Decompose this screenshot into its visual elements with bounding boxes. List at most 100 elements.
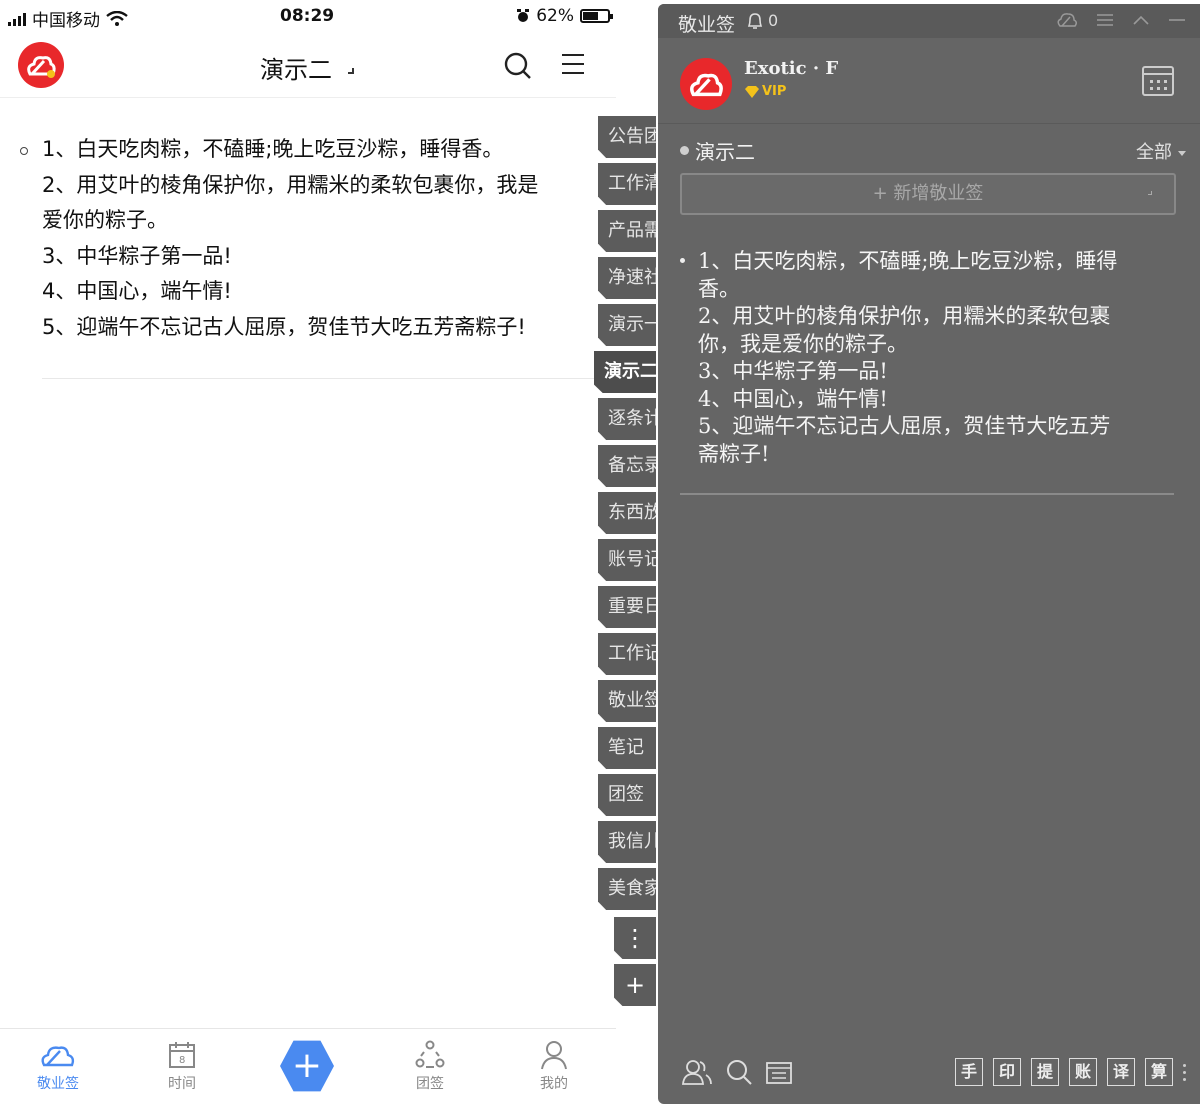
resize-corner-icon xyxy=(1148,191,1152,195)
note-line: 斋粽子! xyxy=(698,441,770,466)
user-name[interactable]: Exotic · F xyxy=(744,58,838,79)
note-line: 5、迎端午不忘记古人屈原，贺佳节大吃五芳斋粽子! xyxy=(42,314,526,339)
side-tab[interactable]: 公告团 xyxy=(598,116,656,158)
add-note-button[interactable]: + xyxy=(280,1040,334,1092)
tab-mine[interactable]: 我的 xyxy=(514,1037,594,1093)
search-icon[interactable] xyxy=(726,1059,752,1085)
note-line: 3、中华粽子第一品! xyxy=(42,243,232,268)
widget-note-content[interactable]: 1、白天吃肉粽，不磕睡;晚上吃豆沙粽，睡得 香。 2、用艾叶的棱角保护你，用糯米的柔… xyxy=(680,248,1170,468)
collapse-icon[interactable] xyxy=(1132,14,1150,26)
wifi-icon xyxy=(106,10,128,26)
contacts-icon[interactable] xyxy=(682,1058,712,1086)
widget-footer: 手 印 提 账 译 算 xyxy=(658,1052,1200,1092)
note-line: 1、白天吃肉粽，不磕睡;晚上吃豆沙粽，睡得 xyxy=(698,249,1118,273)
current-category[interactable]: 演示二 xyxy=(680,136,755,165)
status-bar: 中国移动 08:29 62% xyxy=(0,0,616,34)
calendar-icon: 8 xyxy=(169,1042,195,1068)
note-content[interactable]: 1、白天吃肉粽，不磕睡;晚上吃豆沙粽，睡得香。 2、用艾叶的棱角保护你，用糯米的柔… xyxy=(20,132,590,345)
divider xyxy=(42,378,602,379)
menu-icon[interactable] xyxy=(562,54,584,81)
note-line: 2、用艾叶的棱角保护你，用糯米的柔软包裹 xyxy=(698,304,1111,328)
side-tab[interactable]: 笔记 xyxy=(598,727,656,769)
tab-label: 我的 xyxy=(540,1076,568,1092)
note-line: 3、中华粽子第一品! xyxy=(698,359,888,383)
side-tab[interactable]: 重要日 xyxy=(598,586,656,628)
tool-button-print[interactable]: 印 xyxy=(993,1058,1021,1086)
category-label: 演示二 xyxy=(695,140,755,164)
filter-dropdown[interactable]: 全部 xyxy=(1136,138,1186,164)
side-tab[interactable]: 我信儿 xyxy=(598,821,656,863)
tab-time[interactable]: 8 时间 xyxy=(142,1037,222,1093)
tab-label: 时间 xyxy=(168,1076,196,1092)
widget-titlebar[interactable]: 敬业签 0 xyxy=(658,4,1200,38)
search-icon[interactable] xyxy=(504,52,532,80)
phone-app: 中国移动 08:29 62% 演示二 1、白天吃肉粽，不磕睡;晚上吃豆沙粽，睡得… xyxy=(0,0,616,1104)
side-tab[interactable]: 敬业签 xyxy=(598,680,656,722)
side-tab[interactable]: 东西放 xyxy=(598,492,656,534)
side-tab[interactable]: 美食家 xyxy=(598,868,656,910)
note-line: 香。 xyxy=(698,276,740,301)
side-tab[interactable]: 工作记 xyxy=(598,633,656,675)
note-line: 4、中国心，端午情! xyxy=(698,386,888,411)
tool-button-account[interactable]: 账 xyxy=(1069,1058,1097,1086)
side-tab[interactable]: 净速社 xyxy=(598,257,656,299)
bottom-tab-bar: 敬业签 8 时间 + 团签 我的 xyxy=(0,1028,616,1104)
side-tab[interactable]: 演示二 xyxy=(594,351,656,393)
bullet-icon xyxy=(680,258,685,263)
caret-icon xyxy=(348,68,354,74)
page-title[interactable]: 演示二 xyxy=(260,50,332,85)
widget-app-name: 敬业签 xyxy=(678,14,736,36)
person-icon xyxy=(541,1041,567,1070)
note-line: 爱你的粽子。 xyxy=(42,208,168,232)
more-vertical-icon[interactable] xyxy=(1183,1063,1186,1081)
note-line: 5、迎端午不忘记古人屈原，贺佳节大吃五芳 xyxy=(698,414,1111,438)
team-icon xyxy=(415,1040,445,1068)
side-tab[interactable]: 工作清 xyxy=(598,163,656,205)
bell-icon[interactable] xyxy=(746,12,764,30)
side-tab[interactable]: 逐条计 xyxy=(598,398,656,440)
side-tab[interactable]: 演示一 xyxy=(598,304,656,346)
tool-button-hand[interactable]: 手 xyxy=(955,1058,983,1086)
minimize-icon[interactable] xyxy=(1168,14,1186,26)
note-line: 1、白天吃肉粽，不磕睡;晚上吃豆沙粽，睡得香。 xyxy=(42,137,504,161)
cloud-sync-icon[interactable] xyxy=(1056,12,1078,28)
battery-icon xyxy=(580,9,613,23)
side-tab[interactable]: 账号记 xyxy=(598,539,656,581)
list-icon[interactable] xyxy=(1096,13,1114,27)
tool-button-calculate[interactable]: 算 xyxy=(1145,1058,1173,1086)
tab-label: 团签 xyxy=(416,1076,444,1092)
add-category-button[interactable]: + xyxy=(614,964,656,1006)
clock: 08:29 xyxy=(280,6,335,26)
new-note-input[interactable]: + 新增敬业签 xyxy=(680,173,1176,215)
calendar-icon[interactable] xyxy=(1142,66,1174,96)
diamond-icon xyxy=(745,85,759,98)
cloud-logo-icon xyxy=(41,1046,75,1067)
app-logo-icon[interactable] xyxy=(18,42,64,88)
tab-label: 敬业签 xyxy=(37,1076,79,1092)
signal-icon xyxy=(8,12,26,26)
carrier-label: 中国移动 xyxy=(32,11,100,31)
note-line: 2、用艾叶的棱角保护你，用糯米的柔软包裹你，我是 xyxy=(42,172,539,197)
bullet-icon xyxy=(20,147,28,155)
new-note-label: + 新增敬业签 xyxy=(872,183,984,204)
alarm-icon xyxy=(517,9,530,22)
desktop-widget: 敬业签 0 Exotic · F VIP 演示二 全部 + 新增敬业签 1、白天… xyxy=(658,4,1200,1104)
screen: 中国移动 08:29 62% 演示二 1、白天吃肉粽，不磕睡;晚上吃豆沙粽，睡得… xyxy=(0,0,1200,1104)
tool-button-translate[interactable]: 译 xyxy=(1107,1058,1135,1086)
notes-list-icon[interactable] xyxy=(766,1060,792,1084)
note-line: 4、中国心，端午情! xyxy=(42,279,232,303)
vip-badge: VIP xyxy=(744,84,786,99)
note-line: 你，我是爱你的粽子。 xyxy=(698,331,908,356)
side-tab[interactable]: 产品需 xyxy=(598,210,656,252)
tool-button-reminder[interactable]: 提 xyxy=(1031,1058,1059,1086)
side-tab[interactable]: 备忘录 xyxy=(598,445,656,487)
phone-header: 演示二 xyxy=(0,34,616,98)
side-tab[interactable]: 团签 xyxy=(598,774,656,816)
tab-jingyeqian[interactable]: 敬业签 xyxy=(18,1037,98,1093)
more-button[interactable]: ⋮ xyxy=(614,917,656,959)
tab-team[interactable]: 团签 xyxy=(390,1037,470,1093)
svg-text:8: 8 xyxy=(179,1055,185,1066)
widget-user-header: Exotic · F VIP xyxy=(658,38,1200,124)
vip-label: VIP xyxy=(762,84,787,99)
user-avatar-logo-icon[interactable] xyxy=(680,58,732,110)
